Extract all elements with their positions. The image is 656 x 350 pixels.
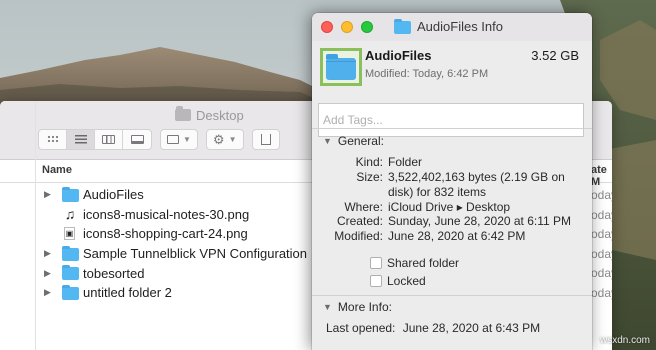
- created-value: Sunday, June 28, 2020 at 6:11 PM: [388, 214, 572, 228]
- folder-icon: [326, 54, 356, 80]
- divider: [312, 128, 592, 129]
- icon-view-button[interactable]: [39, 129, 67, 149]
- disclosure-triangle-down-icon: ▼: [323, 136, 332, 146]
- list-icon: [74, 134, 87, 144]
- item-icon-well[interactable]: [320, 48, 362, 86]
- disclosure-triangle-icon[interactable]: ▶: [44, 268, 52, 279]
- finder-title-label: Desktop: [196, 107, 244, 123]
- disclosure-triangle-down-icon: ▼: [323, 302, 332, 312]
- gear-icon: ⚙: [212, 131, 225, 147]
- action-menu-button[interactable]: ⚙ ▼: [205, 128, 244, 150]
- more-info-section-header[interactable]: ▼ More Info:: [323, 300, 392, 314]
- divider: [312, 295, 592, 296]
- list-item[interactable]: ▣ icons8-shopping-cart-24.png: [36, 224, 316, 244]
- folder-icon: [62, 265, 79, 281]
- gallery-icon: [130, 134, 144, 144]
- item-name: AudioFiles: [365, 48, 432, 63]
- created-label: Created:: [336, 214, 383, 228]
- close-button[interactable]: [321, 21, 333, 33]
- item-name: Sample Tunnelblick VPN Configuration: [83, 246, 308, 262]
- minimize-button[interactable]: [341, 21, 353, 33]
- folder-icon: [62, 245, 79, 261]
- chevron-down-icon: ▼: [228, 134, 237, 144]
- grid-icon: [46, 135, 59, 143]
- name-column-header[interactable]: Name: [42, 164, 72, 176]
- list-item[interactable]: ▶ AudioFiles: [36, 185, 316, 205]
- date-value: oday: [591, 247, 612, 261]
- tags-input[interactable]: [318, 103, 584, 137]
- where-label: Where:: [344, 200, 383, 214]
- disclosure-triangle-icon[interactable]: ▶: [44, 189, 52, 200]
- size-value-line1: 3,522,402,163 bytes (2.19 GB on: [388, 170, 565, 184]
- get-info-window: AudioFiles Info AudioFiles 3.52 GB Modif…: [312, 13, 592, 350]
- disclosure-triangle-icon[interactable]: ▶: [44, 287, 52, 298]
- where-value: iCloud Drive ▸ Desktop: [388, 200, 511, 214]
- chevron-down-icon: ▼: [183, 134, 191, 144]
- finder-window-title: Desktop: [175, 106, 244, 124]
- group-by-button[interactable]: ▼: [160, 128, 198, 150]
- folder-icon: [175, 106, 191, 121]
- kind-label: Kind:: [355, 155, 383, 169]
- last-opened-value: June 28, 2020 at 6:43 PM: [402, 321, 541, 335]
- modified-value: June 28, 2020 at 6:42 PM: [388, 229, 526, 243]
- size-label: Size:: [356, 170, 383, 184]
- finder-toolbar: ▼ ⚙ ▼: [38, 128, 280, 150]
- gallery-view-button[interactable]: [123, 130, 151, 149]
- last-opened-label: Last opened:: [326, 321, 396, 335]
- musical-note-icon: ♫: [64, 205, 76, 222]
- modified-label: Modified:: [334, 229, 383, 243]
- shopping-cart-icon: ▣: [64, 227, 75, 241]
- more-info-section-label: More Info:: [337, 300, 392, 314]
- share-button[interactable]: [251, 128, 280, 150]
- watermark: wsxdn.com: [599, 335, 650, 346]
- modified-summary: Modified: Today, 6:42 PM: [365, 68, 489, 80]
- shared-folder-option[interactable]: Shared folder: [370, 256, 459, 270]
- shared-folder-label: Shared folder: [387, 256, 460, 270]
- date-value: oday: [591, 208, 612, 222]
- general-section-label: General:: [337, 134, 384, 148]
- item-name: icons8-shopping-cart-24.png: [83, 226, 248, 242]
- list-item[interactable]: ▶ Sample Tunnelblick VPN Configuration: [36, 244, 316, 264]
- list-item[interactable]: ▶ untitled folder 2: [36, 283, 316, 303]
- column-view-button[interactable]: [95, 129, 123, 149]
- date-value: oday: [591, 227, 612, 241]
- info-header: AudioFiles 3.52 GB Modified: Today, 6:42…: [312, 41, 592, 103]
- item-name: AudioFiles: [83, 187, 144, 203]
- date-value: oday: [591, 188, 612, 202]
- folder-icon: [62, 284, 79, 300]
- info-titlebar: AudioFiles Info: [312, 13, 592, 41]
- general-section-header[interactable]: ▼ General:: [323, 134, 384, 148]
- item-size: 3.52 GB: [531, 48, 579, 63]
- locked-checkbox[interactable]: [370, 275, 382, 287]
- zoom-button[interactable]: [361, 21, 373, 33]
- folder-icon: [62, 187, 79, 202]
- list-item[interactable]: ▶ tobesorted: [36, 263, 316, 283]
- list-view-button[interactable]: [67, 129, 95, 149]
- locked-label: Locked: [387, 274, 426, 288]
- columns-icon: [102, 134, 115, 144]
- size-value-line2: disk) for 832 items: [388, 185, 487, 199]
- list-item[interactable]: ♫ icons8-musical-notes-30.png: [36, 205, 316, 225]
- item-name: tobesorted: [83, 265, 145, 281]
- item-name: icons8-musical-notes-30.png: [83, 206, 250, 222]
- window-controls: [321, 21, 373, 33]
- group-icon: [167, 134, 179, 144]
- file-list: ▶ AudioFiles ♫ icons8-musical-notes-30.p…: [36, 185, 316, 303]
- disclosure-triangle-icon[interactable]: ▶: [44, 248, 52, 259]
- date-value: oday: [591, 266, 612, 280]
- shared-folder-checkbox[interactable]: [370, 257, 382, 269]
- folder-icon: [394, 19, 411, 34]
- date-value: oday: [591, 286, 612, 300]
- view-mode-segmented-control: [38, 128, 152, 150]
- info-title-label: AudioFiles Info: [417, 19, 503, 34]
- info-window-title: AudioFiles Info: [394, 19, 503, 34]
- last-opened-row: Last opened: June 28, 2020 at 6:43 PM: [326, 321, 540, 335]
- share-icon: [260, 133, 271, 145]
- kind-value: Folder: [388, 155, 423, 169]
- date-column-header[interactable]: ate M: [591, 164, 612, 188]
- item-name: untitled folder 2: [83, 285, 172, 301]
- locked-option[interactable]: Locked: [370, 274, 426, 288]
